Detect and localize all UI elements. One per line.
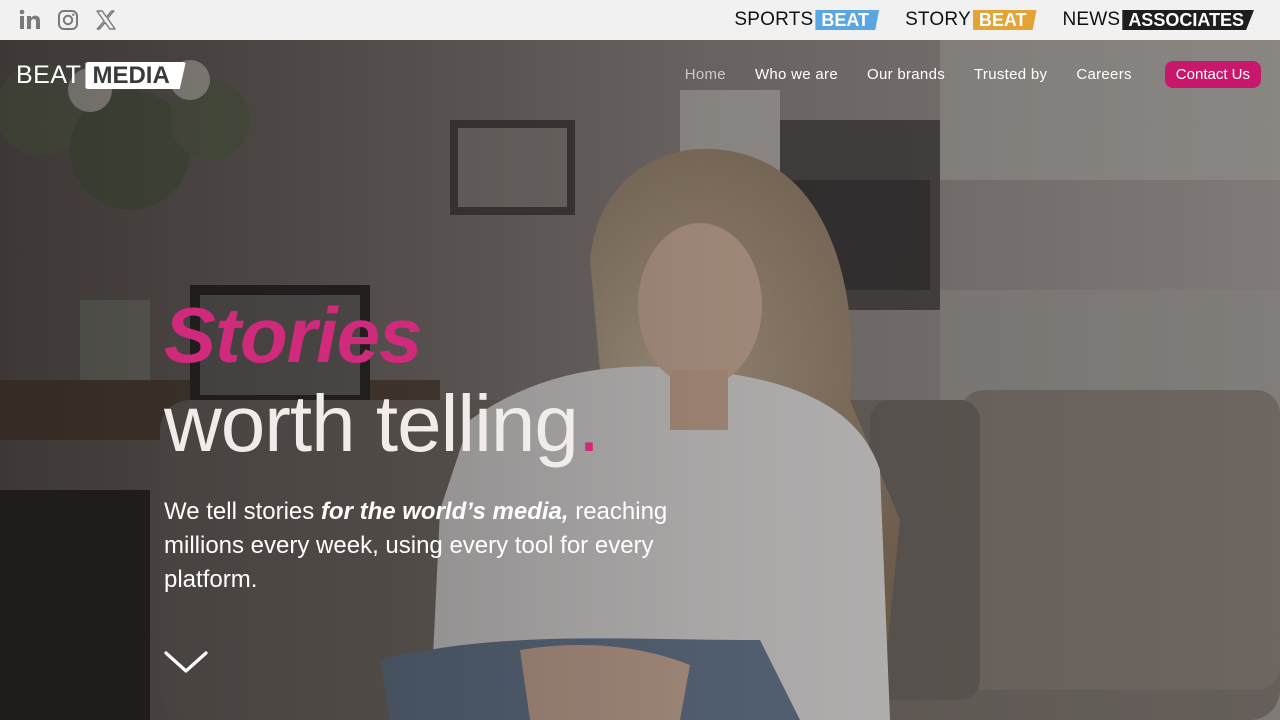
social-links	[18, 8, 118, 32]
brand-badge: BEAT	[972, 10, 1037, 30]
hero-lead-paragraph: We tell stories for the world’s media, r…	[164, 495, 724, 597]
headline-dot: .	[577, 379, 600, 468]
nav-item-home[interactable]: Home	[685, 66, 726, 83]
contact-us-button[interactable]: Contact Us	[1164, 61, 1261, 88]
top-utility-bar: SPORTS BEAT STORY BEAT NEWS ASSOCIATES	[0, 0, 1280, 40]
hero-section: BEAT MEDIA Home Who we are Our brands Tr…	[0, 40, 1280, 720]
x-twitter-icon[interactable]	[94, 8, 118, 32]
logo-word-media: MEDIA	[85, 62, 186, 89]
chevron-down-icon[interactable]	[164, 650, 208, 676]
nav-menu: Home Who we are Our brands Trusted by Ca…	[656, 61, 1261, 88]
brand-links: SPORTS BEAT STORY BEAT NEWS ASSOCIATES	[734, 9, 1254, 31]
brand-badge: ASSOCIATES	[1122, 10, 1254, 30]
nav-item-who-we-are[interactable]: Who we are	[755, 66, 838, 83]
nav-item-trusted-by[interactable]: Trusted by	[974, 66, 1047, 83]
instagram-icon[interactable]	[56, 8, 80, 32]
nav-item-careers[interactable]: Careers	[1076, 66, 1131, 83]
headline-main-text: worth telling	[164, 379, 579, 468]
brand-badge: BEAT	[815, 10, 880, 30]
nav-item-our-brands[interactable]: Our brands	[867, 66, 945, 83]
headline-accent: Stories	[164, 291, 422, 379]
linkedin-icon[interactable]	[18, 8, 42, 32]
brand-word: NEWS	[1062, 9, 1121, 30]
sportsbeat-logo[interactable]: SPORTS BEAT	[734, 9, 880, 31]
lead-text-emphasis: for the world’s media,	[320, 498, 569, 525]
brand-word: SPORTS	[734, 9, 814, 30]
headline-main: worth telling.	[164, 378, 600, 470]
news-associates-logo[interactable]: NEWS ASSOCIATES	[1062, 9, 1254, 31]
storybeat-logo[interactable]: STORY BEAT	[905, 9, 1037, 31]
logo-word-beat: BEAT	[16, 61, 82, 89]
brand-word: STORY	[905, 9, 971, 30]
main-navigation: BEAT MEDIA Home Who we are Our brands Tr…	[0, 40, 1280, 112]
beat-media-logo[interactable]: BEAT MEDIA	[16, 61, 186, 90]
lead-text-start: We tell stories	[164, 498, 321, 525]
